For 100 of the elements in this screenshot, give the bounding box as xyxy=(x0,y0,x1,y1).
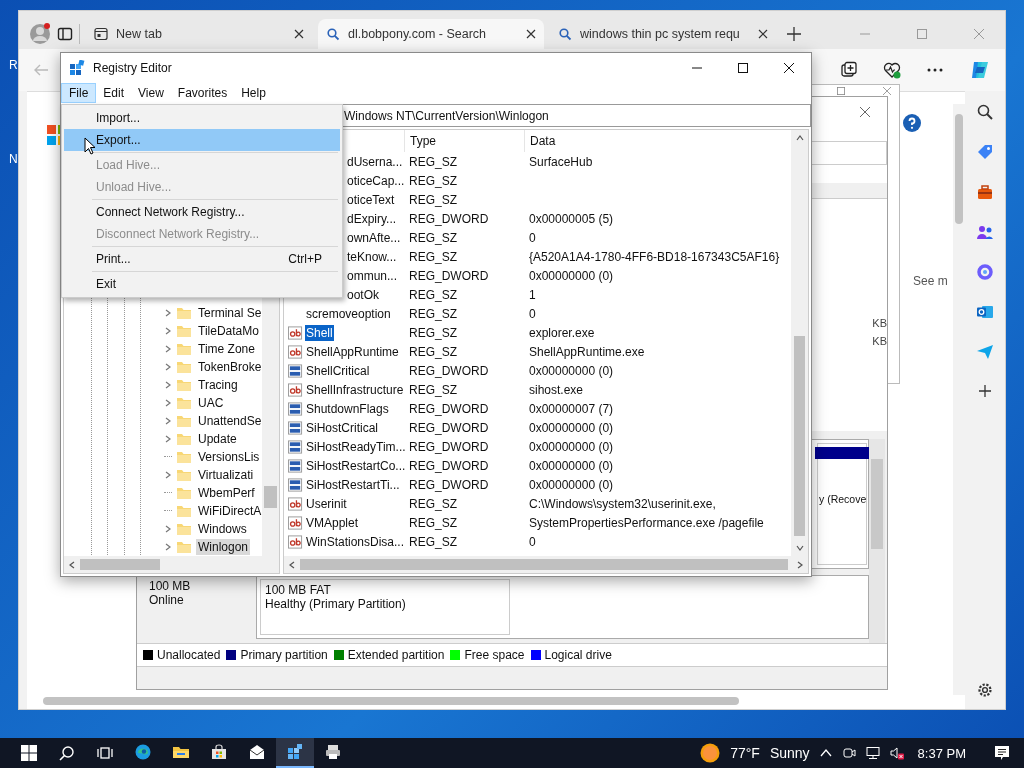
tree-item[interactable]: Tracing xyxy=(196,377,240,393)
scrollbar[interactable] xyxy=(869,439,885,643)
scroll-down-icon[interactable] xyxy=(795,544,804,552)
close-icon[interactable] xyxy=(783,62,795,74)
tree-item[interactable]: Winlogon xyxy=(196,539,251,555)
scroll-left-icon[interactable] xyxy=(68,560,76,569)
tree-item[interactable]: Terminal Se xyxy=(196,305,262,321)
value-name[interactable]: ShutdownFlags xyxy=(305,400,390,417)
value-name[interactable]: WinStationsDisa... xyxy=(305,533,406,550)
tree-item[interactable]: UnattendSe xyxy=(196,413,262,429)
menu-item[interactable]: View xyxy=(131,84,171,102)
copilot-icon[interactable] xyxy=(969,59,991,81)
value-name[interactable]: teKnow... xyxy=(346,248,398,265)
search-icon[interactable] xyxy=(976,103,994,121)
value-name[interactable]: Userinit xyxy=(305,495,348,512)
scrollbar[interactable] xyxy=(64,556,279,573)
menu-item[interactable]: Help xyxy=(234,84,273,102)
task-view-icon[interactable] xyxy=(97,745,113,761)
value-name[interactable]: VMApplet xyxy=(305,514,360,531)
profile-icon[interactable] xyxy=(29,23,51,45)
toolbox-icon[interactable] xyxy=(976,183,994,201)
value-name[interactable]: oticeText xyxy=(346,191,396,208)
settings-icon[interactable] xyxy=(976,681,994,699)
close-icon[interactable] xyxy=(294,29,304,39)
tree-item[interactable]: TileDataMo xyxy=(196,323,261,339)
chevron-up-icon[interactable] xyxy=(819,747,832,759)
temperature[interactable]: 77°F xyxy=(730,745,760,761)
maximize-icon[interactable] xyxy=(737,62,749,74)
value-name[interactable]: ShellCritical xyxy=(305,362,371,379)
tree-item[interactable]: Time Zone xyxy=(196,341,257,357)
table-cell-text: REG_SZ xyxy=(408,515,458,530)
help-icon[interactable] xyxy=(903,114,921,132)
scrollbar[interactable] xyxy=(284,556,808,573)
health-icon[interactable] xyxy=(883,61,901,79)
tree-item[interactable]: Windows xyxy=(196,521,249,537)
menu-item[interactable]: Favorites xyxy=(170,84,235,102)
close-icon[interactable] xyxy=(758,29,768,39)
menu-item[interactable]: Export... xyxy=(64,129,340,151)
notifications-icon[interactable] xyxy=(994,745,1010,761)
value-name[interactable]: ownAfte... xyxy=(346,229,402,246)
menu-item[interactable]: File xyxy=(61,83,97,103)
value-name[interactable]: ommun... xyxy=(346,267,398,284)
binary-value-icon xyxy=(288,400,303,417)
ring-icon[interactable] xyxy=(976,263,994,281)
folder-icon xyxy=(176,485,192,501)
table-cell-text: REG_DWORD xyxy=(408,363,490,378)
scroll-right-icon[interactable] xyxy=(796,560,804,569)
value-name[interactable]: scremoveoption xyxy=(305,305,392,322)
partition-status: Healthy (Primary Partition) xyxy=(265,597,407,611)
tag-icon[interactable] xyxy=(976,143,994,161)
tree-item[interactable]: VersionsLis xyxy=(196,449,262,465)
value-name[interactable]: oticeCap... xyxy=(346,172,406,189)
value-name[interactable]: ShellAppRuntime xyxy=(305,343,400,360)
column-header[interactable]: Type xyxy=(404,130,524,152)
menu-item[interactable]: Exit xyxy=(64,273,340,295)
tree-item[interactable]: Update xyxy=(196,431,239,447)
value-name[interactable]: ootOk xyxy=(346,286,380,303)
tab-actions-icon[interactable] xyxy=(57,26,73,42)
value-name[interactable]: SiHostRestartCo... xyxy=(305,457,407,474)
table-cell-text: 0x00000000 (0) xyxy=(528,268,614,283)
outlook-icon[interactable] xyxy=(976,303,994,321)
value-name[interactable]: dExpiry... xyxy=(346,210,398,227)
taskbar-app[interactable] xyxy=(276,738,314,768)
people-icon[interactable] xyxy=(976,223,994,241)
clock[interactable]: 8:37 PM xyxy=(917,745,966,761)
scrollbar[interactable] xyxy=(953,104,965,695)
menu-item[interactable]: Print... Ctrl+P xyxy=(64,248,340,270)
scroll-up-icon[interactable] xyxy=(795,134,804,142)
tree-item[interactable]: Virtualizati xyxy=(196,467,256,483)
scrollbar[interactable] xyxy=(791,130,808,556)
close-icon[interactable] xyxy=(526,29,536,39)
tree-item[interactable]: TokenBroke xyxy=(196,359,262,375)
value-name[interactable]: ShellInfrastructure xyxy=(305,381,405,398)
value-name[interactable]: dUserna... xyxy=(346,153,404,170)
collections-icon[interactable] xyxy=(840,61,858,79)
start-icon[interactable] xyxy=(21,745,37,761)
browser-tab[interactable]: dl.bobpony.com - Search xyxy=(318,19,544,49)
network-icon[interactable] xyxy=(865,746,880,760)
search-icon[interactable] xyxy=(59,745,75,761)
new-tab-plus-icon[interactable] xyxy=(786,26,802,42)
value-name[interactable]: SiHostCritical xyxy=(305,419,379,436)
browser-tab[interactable]: windows thin pc system requ xyxy=(550,19,776,49)
weather-text[interactable]: Sunny xyxy=(769,745,810,761)
tree-item[interactable]: UAC xyxy=(196,395,226,411)
value-name[interactable]: Shell xyxy=(305,324,334,341)
menu-item[interactable]: Import... xyxy=(64,107,340,129)
camera-icon[interactable] xyxy=(841,746,856,760)
folder-icon xyxy=(176,503,192,519)
menu-item[interactable]: Connect Network Registry... xyxy=(64,201,340,223)
tree-item[interactable]: WiFiDirectA xyxy=(196,503,262,519)
volume-muted-icon[interactable] xyxy=(889,746,904,760)
scroll-left-icon[interactable] xyxy=(288,560,296,569)
value-name[interactable]: SiHostRestartTi... xyxy=(305,476,401,493)
value-name[interactable]: SiHostReadyTim... xyxy=(305,438,407,455)
page-text: See m xyxy=(913,274,948,288)
tree-item[interactable]: WbemPerf xyxy=(196,485,257,501)
table-cell-text: REG_SZ xyxy=(408,173,458,188)
browser-tab[interactable]: New tab xyxy=(86,19,312,49)
menu-item[interactable]: Edit xyxy=(96,84,132,102)
add-icon[interactable] xyxy=(977,383,993,399)
